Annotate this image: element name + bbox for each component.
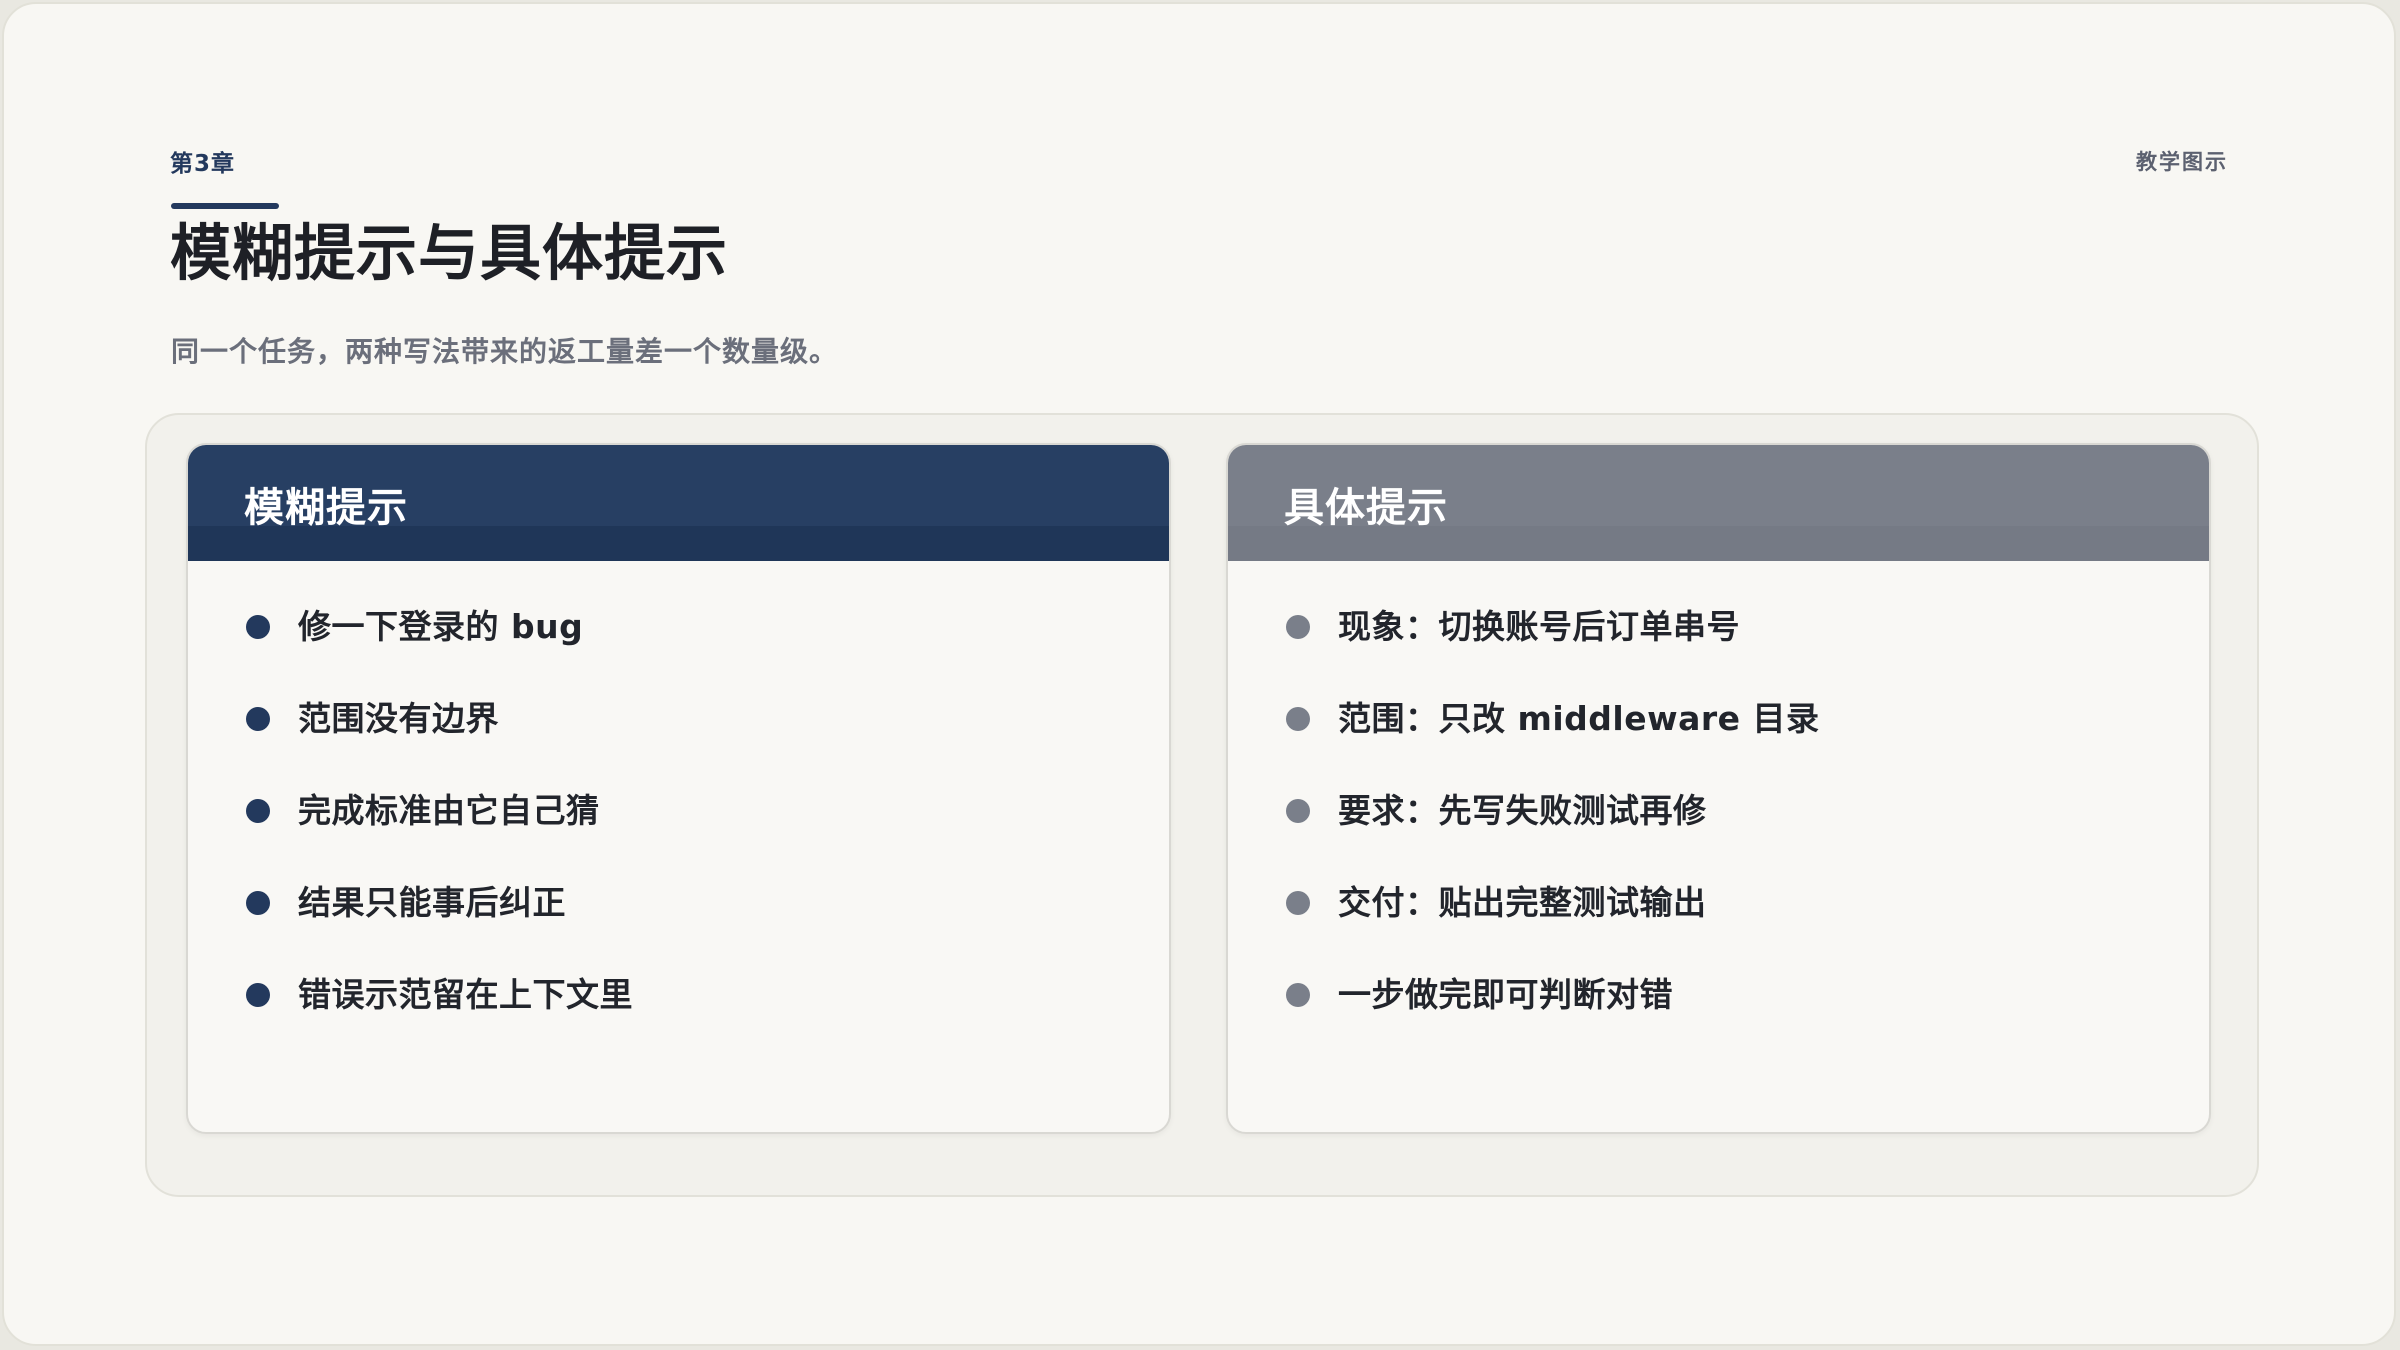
bullet-dot-icon — [1286, 891, 1310, 915]
list-item-text: 结果只能事后纠正 — [298, 883, 566, 922]
list-item: 修一下登录的 bug — [246, 595, 633, 687]
page-title: 模糊提示与具体提示 — [170, 218, 729, 289]
vague-item-list: 修一下登录的 bug 范围没有边界 完成标准由它自己猜 结果只能事后纠正 错误示… — [246, 595, 633, 1055]
list-item-text: 完成标准由它自己猜 — [298, 791, 600, 830]
specific-card-header: 具体提示 — [1228, 445, 2209, 561]
list-item: 错误示范留在上下文里 — [246, 963, 633, 1055]
vague-card-header: 模糊提示 — [188, 445, 1169, 561]
list-item: 范围没有边界 — [246, 687, 633, 779]
specific-item-list: 现象：切换账号后订单串号 范围：只改 middleware 目录 要求：先写失败… — [1286, 595, 1820, 1055]
bullet-dot-icon — [246, 615, 270, 639]
list-item: 结果只能事后纠正 — [246, 871, 633, 963]
bullet-dot-icon — [246, 799, 270, 823]
list-item: 完成标准由它自己猜 — [246, 779, 633, 871]
list-item-text: 修一下登录的 bug — [298, 607, 584, 646]
bullet-dot-icon — [1286, 615, 1310, 639]
specific-card-title: 具体提示 — [1284, 485, 1448, 531]
vague-prompt-card: 模糊提示 修一下登录的 bug 范围没有边界 完成标准由它自己猜 结果只能事后纠… — [186, 443, 1171, 1134]
list-item-text: 现象：切换账号后订单串号 — [1338, 607, 1740, 646]
list-item: 范围：只改 middleware 目录 — [1286, 687, 1820, 779]
list-item-text: 范围：只改 middleware 目录 — [1338, 699, 1820, 738]
bullet-dot-icon — [246, 707, 270, 731]
page-subtitle: 同一个任务，两种写法带来的返工量差一个数量级。 — [171, 335, 839, 368]
category-label: 教学图示 — [2136, 150, 2228, 174]
list-item-text: 错误示范留在上下文里 — [298, 975, 633, 1014]
specific-prompt-card: 具体提示 现象：切换账号后订单串号 范围：只改 middleware 目录 要求… — [1226, 443, 2211, 1134]
bullet-dot-icon — [246, 983, 270, 1007]
title-accent-rule — [171, 203, 279, 209]
list-item: 一步做完即可判断对错 — [1286, 963, 1820, 1055]
list-item-text: 交付：贴出完整测试输出 — [1338, 883, 1707, 922]
list-item-text: 一步做完即可判断对错 — [1338, 975, 1673, 1014]
bullet-dot-icon — [1286, 983, 1310, 1007]
vague-card-title: 模糊提示 — [244, 485, 408, 531]
list-item-text: 要求：先写失败测试再修 — [1338, 791, 1707, 830]
bullet-dot-icon — [246, 891, 270, 915]
bullet-dot-icon — [1286, 799, 1310, 823]
bullet-dot-icon — [1286, 707, 1310, 731]
list-item-text: 范围没有边界 — [298, 699, 499, 738]
list-item: 要求：先写失败测试再修 — [1286, 779, 1820, 871]
list-item: 现象：切换账号后订单串号 — [1286, 595, 1820, 687]
chapter-label: 第3章 — [170, 151, 236, 177]
list-item: 交付：贴出完整测试输出 — [1286, 871, 1820, 963]
